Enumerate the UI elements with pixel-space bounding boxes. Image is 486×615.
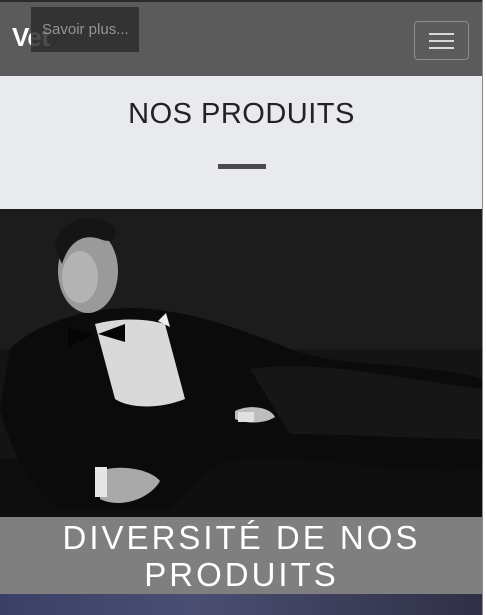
hero-caption: DIVERSITÉ DE NOS PRODUITS xyxy=(0,517,482,594)
navbar-toggle-button[interactable] xyxy=(414,21,469,60)
next-section-strip xyxy=(0,594,482,615)
savoir-plus-button[interactable]: Savoir plus... xyxy=(31,7,139,52)
products-section-header: NOS PRODUITS xyxy=(0,76,482,209)
title-divider xyxy=(218,164,266,169)
hamburger-menu-icon xyxy=(429,33,454,35)
hero-image xyxy=(0,209,482,517)
section-title: NOS PRODUITS xyxy=(128,98,355,130)
hamburger-menu-icon xyxy=(429,47,454,49)
tuxedo-man-photo xyxy=(0,209,482,517)
page-frame: Vet7 Savoir plus... NOS PRODUITS xyxy=(0,0,483,615)
navbar: Vet7 Savoir plus... xyxy=(0,0,482,76)
hamburger-menu-icon xyxy=(429,40,454,42)
